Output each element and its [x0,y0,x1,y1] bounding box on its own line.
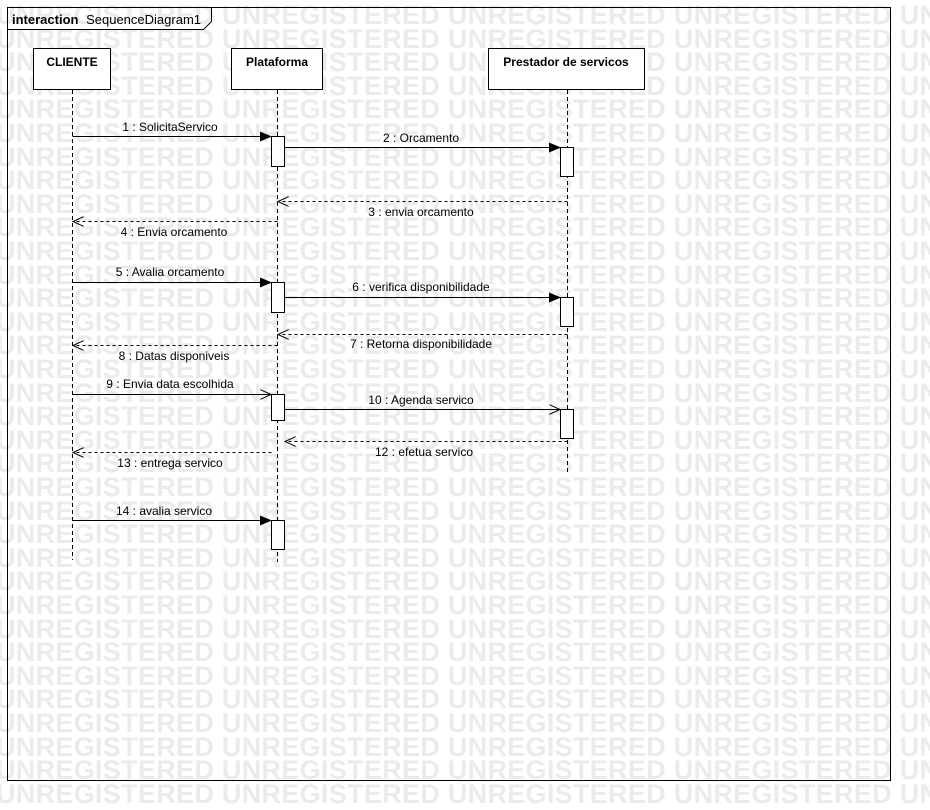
message-label-5: 5 : Avalia orcamento [116,265,225,279]
activation-bar-prestador-2 [560,297,574,327]
lifeline-label-prestador: Prestador de servicos [503,55,629,69]
activation-bar-plataforma-4 [271,520,285,550]
message-label-8: 8 : Datas disponiveis [119,349,230,363]
message-label-2: 2 : Orcamento [383,131,459,145]
lifeline-label-plataforma: Plataforma [246,55,308,69]
frame-keyword: interaction [12,12,79,27]
message-label-6: 6 : verifica disponibilidade [352,280,490,294]
activation-bar-prestador-3 [560,409,574,439]
activation-bar-prestador-1 [560,147,574,177]
message-label-3: 3 : envia orcamento [368,205,474,219]
lifeline-label-cliente: CLIENTE [46,55,97,69]
activation-bar-plataforma-1 [271,136,285,167]
message-label-7: 7 : Retorna disponibilidade [350,337,492,351]
frame-diagram-name: SequenceDiagram1 [86,12,201,27]
message-label-9: 9 : Envia data escolhida [106,377,234,391]
activation-bar-plataforma-2 [271,282,285,313]
lifeline-prestador[interactable]: Prestador de servicos [488,48,645,473]
message-label-1: 1 : SolicitaServico [122,120,218,134]
message-label-12: 12 : efetua servico [375,445,473,459]
message-label-4: 4 : Envia orcamento [121,225,228,239]
message-label-14: 14 : avalia servico [116,504,212,518]
activation-bar-plataforma-3 [271,394,285,421]
message-label-13: 13 : entrega servico [117,456,223,470]
message-label-10: 10 : Agenda servico [368,393,474,407]
sequence-diagram: UNREGISTERED UNREGISTERED UNREGISTERED U… [0,0,930,810]
lifeline-cliente[interactable]: CLIENTE [33,48,111,561]
frame-title: interaction SequenceDiagram1 [12,12,201,27]
